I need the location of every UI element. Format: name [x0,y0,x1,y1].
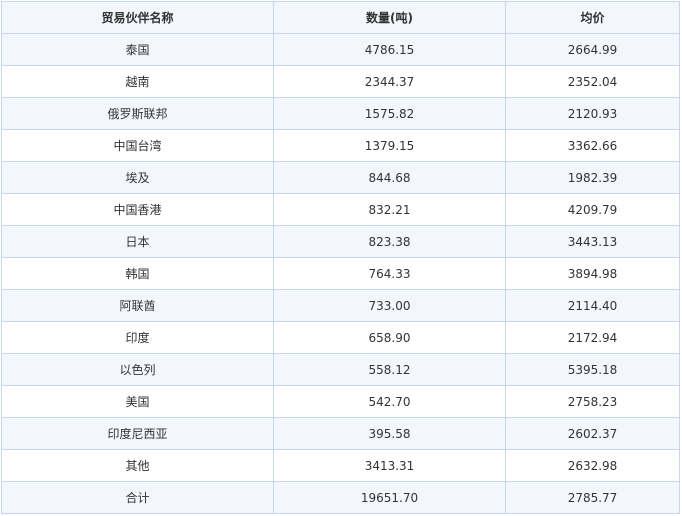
trade-partner-table: 贸易伙伴名称 数量(吨) 均价 泰国 4786.15 2664.99 越南 2344.3… [1,1,680,514]
table-row: 其他 3413.31 2632.98 [1,449,680,482]
cell-avg-price: 2758.23 [505,385,680,418]
cell-partner: 日本 [1,225,274,258]
cell-avg-price: 2172.94 [505,321,680,354]
cell-quantity: 733.00 [273,289,506,322]
cell-partner: 其他 [1,449,274,482]
cell-avg-price: 2352.04 [505,65,680,98]
cell-partner: 中国香港 [1,193,274,226]
header-quantity: 数量(吨) [273,1,506,34]
cell-quantity: 395.58 [273,417,506,450]
cell-avg-price: 3894.98 [505,257,680,290]
cell-quantity: 764.33 [273,257,506,290]
cell-avg-price: 2785.77 [505,481,680,514]
cell-quantity: 3413.31 [273,449,506,482]
cell-avg-price: 2602.37 [505,417,680,450]
cell-partner: 美国 [1,385,274,418]
cell-quantity: 823.38 [273,225,506,258]
cell-quantity: 844.68 [273,161,506,194]
cell-avg-price: 3362.66 [505,129,680,162]
cell-partner: 越南 [1,65,274,98]
table-row: 以色列 558.12 5395.18 [1,353,680,386]
cell-avg-price: 5395.18 [505,353,680,386]
cell-avg-price: 2664.99 [505,33,680,66]
cell-partner: 泰国 [1,33,274,66]
cell-quantity: 1379.15 [273,129,506,162]
cell-quantity: 19651.70 [273,481,506,514]
cell-quantity: 2344.37 [273,65,506,98]
table-row: 日本 823.38 3443.13 [1,225,680,258]
cell-quantity: 658.90 [273,321,506,354]
table-row: 美国 542.70 2758.23 [1,385,680,418]
cell-avg-price: 4209.79 [505,193,680,226]
cell-quantity: 542.70 [273,385,506,418]
header-row: 贸易伙伴名称 数量(吨) 均价 [1,1,680,34]
table-row: 合计 19651.70 2785.77 [1,481,680,514]
cell-partner: 以色列 [1,353,274,386]
table-row: 中国台湾 1379.15 3362.66 [1,129,680,162]
table-row: 泰国 4786.15 2664.99 [1,33,680,66]
table-row: 韩国 764.33 3894.98 [1,257,680,290]
cell-partner: 合计 [1,481,274,514]
cell-quantity: 1575.82 [273,97,506,130]
table-row: 越南 2344.37 2352.04 [1,65,680,98]
table-row: 印度尼西亚 395.58 2602.37 [1,417,680,450]
cell-partner: 印度 [1,321,274,354]
table-row: 俄罗斯联邦 1575.82 2120.93 [1,97,680,130]
cell-avg-price: 2632.98 [505,449,680,482]
cell-partner: 韩国 [1,257,274,290]
table-row: 阿联酋 733.00 2114.40 [1,289,680,322]
cell-quantity: 832.21 [273,193,506,226]
cell-partner: 俄罗斯联邦 [1,97,274,130]
cell-avg-price: 2120.93 [505,97,680,130]
cell-avg-price: 2114.40 [505,289,680,322]
table-row: 中国香港 832.21 4209.79 [1,193,680,226]
table-row: 印度 658.90 2172.94 [1,321,680,354]
cell-partner: 印度尼西亚 [1,417,274,450]
header-partner: 贸易伙伴名称 [1,1,274,34]
cell-partner: 埃及 [1,161,274,194]
table-header: 贸易伙伴名称 数量(吨) 均价 [1,1,680,34]
cell-avg-price: 3443.13 [505,225,680,258]
table-body: 泰国 4786.15 2664.99 越南 2344.37 2352.04 俄罗斯联邦 157… [1,33,680,514]
cell-partner: 阿联酋 [1,289,274,322]
cell-partner: 中国台湾 [1,129,274,162]
header-avg-price: 均价 [505,1,680,34]
cell-quantity: 558.12 [273,353,506,386]
table-row: 埃及 844.68 1982.39 [1,161,680,194]
cell-quantity: 4786.15 [273,33,506,66]
cell-avg-price: 1982.39 [505,161,680,194]
